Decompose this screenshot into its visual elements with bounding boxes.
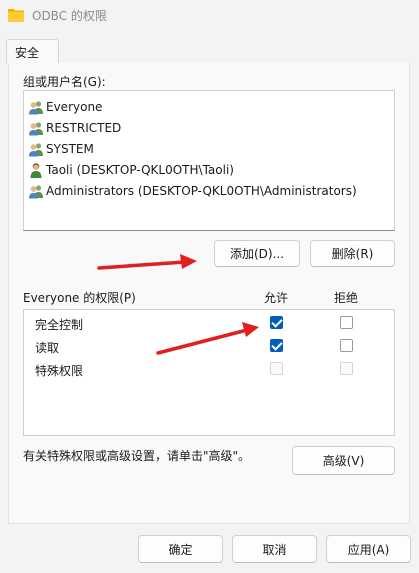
- deny-read-checkbox[interactable]: [340, 339, 353, 352]
- group-icon: [28, 120, 44, 136]
- deny-column-header: 拒绝: [334, 291, 359, 305]
- permissions-dialog: ODBC 的权限 安全 组或用户名(G): Everyone RESTRICTE…: [0, 0, 419, 573]
- group-icon: [28, 99, 44, 115]
- folder-icon: [8, 8, 24, 22]
- permission-name: 读取: [35, 341, 60, 355]
- group-icon: [28, 141, 44, 157]
- user-icon: [28, 162, 44, 178]
- deny-special-checkbox: [340, 362, 353, 375]
- allow-special-checkbox: [270, 362, 283, 375]
- apply-button[interactable]: 应用(A): [326, 535, 411, 563]
- remove-button[interactable]: 删除(R): [310, 240, 395, 267]
- ok-button[interactable]: 确定: [138, 535, 223, 563]
- allow-column-header: 允许: [264, 291, 289, 305]
- window-title: ODBC 的权限: [32, 9, 107, 23]
- allow-read-checkbox[interactable]: [270, 339, 283, 352]
- user-name: SYSTEM: [46, 142, 94, 156]
- permissions-label: Everyone 的权限(P): [23, 291, 136, 305]
- user-name: Taoli (DESKTOP-QKL0OTH\Taoli): [46, 163, 234, 177]
- permission-name: 特殊权限: [35, 364, 84, 378]
- deny-full-control-checkbox[interactable]: [340, 316, 353, 329]
- users-listbox[interactable]: Everyone RESTRICTED SYSTEM Taoli (DESKTO…: [23, 90, 395, 231]
- group-icon: [28, 183, 44, 199]
- advanced-hint: 有关特殊权限或高级设置，请单击"高级"。: [23, 449, 251, 463]
- advanced-button[interactable]: 高级(V): [292, 446, 395, 475]
- title-bar: ODBC 的权限: [0, 0, 419, 32]
- list-item[interactable]: SYSTEM: [28, 139, 94, 159]
- user-name: Everyone: [46, 100, 103, 114]
- list-item[interactable]: RESTRICTED: [28, 118, 121, 138]
- list-item[interactable]: Administrators (DESKTOP-QKL0OTH\Administ…: [28, 181, 357, 201]
- user-name: RESTRICTED: [46, 121, 122, 135]
- tab-security[interactable]: 安全: [6, 39, 59, 63]
- list-item[interactable]: Everyone: [28, 97, 102, 117]
- user-name: Administrators (DESKTOP-QKL0OTH\Administ…: [46, 184, 357, 198]
- cancel-button[interactable]: 取消: [232, 535, 317, 563]
- add-button[interactable]: 添加(D)...: [214, 240, 300, 267]
- permission-name: 完全控制: [35, 318, 84, 332]
- list-item[interactable]: Taoli (DESKTOP-QKL0OTH\Taoli): [28, 160, 234, 180]
- allow-full-control-checkbox[interactable]: [270, 316, 283, 329]
- users-group-label: 组或用户名(G):: [23, 75, 106, 89]
